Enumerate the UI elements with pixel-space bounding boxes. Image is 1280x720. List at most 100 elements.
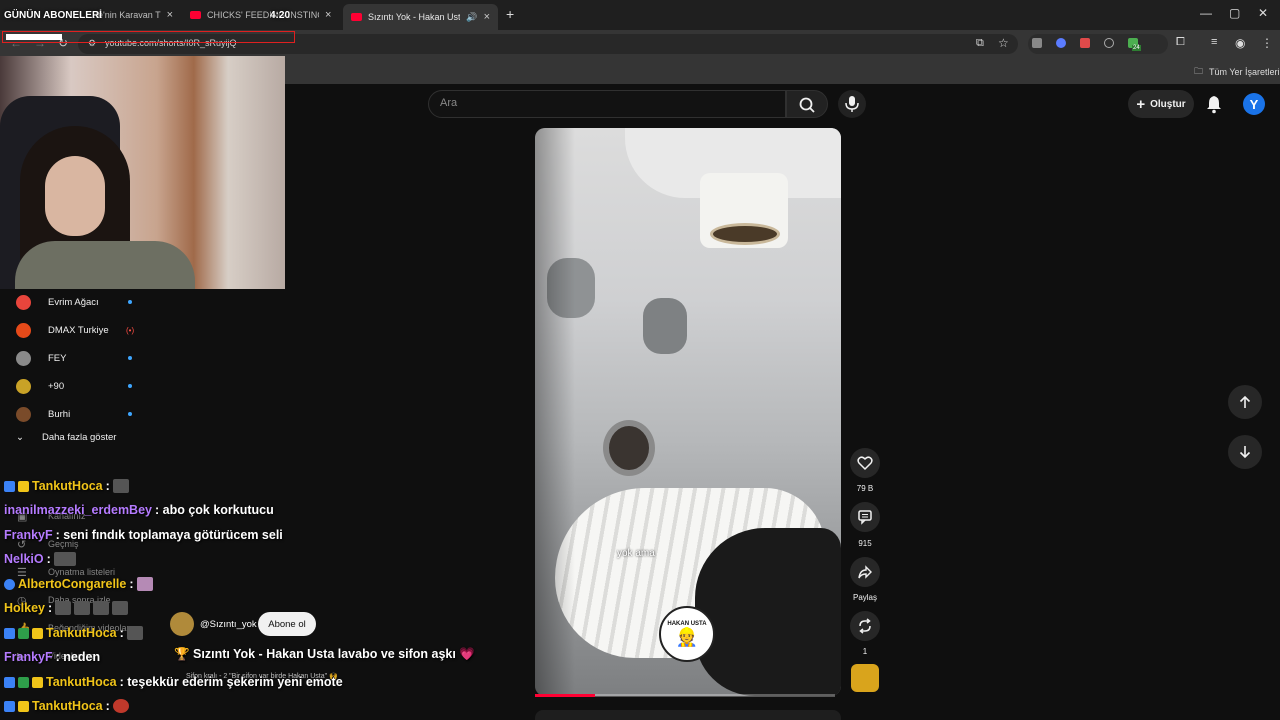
sidebar-item-label: Evrim Ağacı <box>48 296 99 308</box>
stream-timer: 4:20 <box>270 10 291 21</box>
like-count: 79 B <box>856 484 874 493</box>
crown-badge-icon <box>18 700 29 712</box>
extension-icon[interactable] <box>1056 38 1066 48</box>
folder-icon: 🗀 <box>1194 66 1204 76</box>
webcam-person-face <box>45 156 105 236</box>
microphone-icon <box>845 96 859 112</box>
video-wall-pipe <box>603 420 655 476</box>
comments-button[interactable] <box>850 502 880 532</box>
chat-username: AlbertoCongarelle <box>18 577 127 591</box>
search-input[interactable] <box>428 90 786 118</box>
new-content-dot <box>128 384 132 388</box>
speaker-icon[interactable]: 🔊 <box>466 12 477 23</box>
crown-badge-icon <box>32 627 43 639</box>
sidebar-item-label: DMAX Turkiye <box>48 324 109 336</box>
all-bookmarks-label: Tüm Yer İşaretleri <box>1209 67 1280 77</box>
maximize-button[interactable]: ▢ <box>1229 6 1240 20</box>
more-menu-icon[interactable]: ⋮ <box>1261 36 1273 50</box>
like-button[interactable] <box>850 448 880 478</box>
all-bookmarks-button[interactable]: 🗀 Tüm Yer İşaretleri <box>1194 64 1280 80</box>
bell-icon <box>1207 96 1221 114</box>
webcam-overlay <box>0 56 285 289</box>
emote-icon <box>112 479 129 493</box>
window-close-button[interactable]: ✕ <box>1258 6 1268 20</box>
extension-icon[interactable] <box>1104 38 1114 48</box>
minimize-button[interactable]: — <box>1200 6 1212 20</box>
remix-count: 1 <box>862 647 868 656</box>
search-placeholder: Ara <box>440 97 458 109</box>
sidebar-item-plus90[interactable]: +90 <box>16 375 136 397</box>
profile-icon[interactable]: ◉ <box>1235 36 1245 50</box>
install-app-icon[interactable]: ⧉ <box>976 37 984 50</box>
remix-button[interactable] <box>850 611 880 641</box>
search-button[interactable] <box>786 90 828 118</box>
chat-username: TankutHoca <box>32 479 103 493</box>
youtube-icon <box>351 13 362 21</box>
channel-avatar[interactable] <box>170 612 194 636</box>
close-icon[interactable]: × <box>484 11 490 23</box>
sound-thumbnail[interactable] <box>851 664 879 692</box>
chat-message: inanilmazzeki_erdemBey : abo çok korkutu… <box>4 503 274 517</box>
show-more-button[interactable]: ⌄ Daha fazla göster <box>16 432 116 443</box>
sidebar-item-playlists[interactable]: Oynatma listeleri <box>48 567 115 577</box>
bookmark-star-icon[interactable]: ☆ <box>998 36 1009 50</box>
sub-badge-icon <box>4 480 15 492</box>
channel-avatar <box>16 322 31 338</box>
extension-icon[interactable] <box>1080 38 1090 48</box>
sub-badge-icon <box>4 676 15 688</box>
chat-text: : <box>105 699 110 713</box>
chat-message: FrankyF : neden <box>4 650 100 664</box>
worker-icon: 👷 <box>675 626 699 647</box>
tab-search-icon[interactable]: ≡ <box>1211 36 1217 48</box>
new-content-dot <box>128 356 132 360</box>
new-tab-button[interactable]: + <box>506 6 514 22</box>
verified-badge-icon <box>18 676 29 688</box>
arrow-down-icon <box>1239 446 1251 459</box>
share-label: Paylaş <box>852 593 877 602</box>
sidebar-item-burhi[interactable]: Burhi <box>16 403 136 425</box>
chat-username: Holkey <box>4 601 45 615</box>
emote-icon <box>55 601 72 615</box>
video-valve <box>643 298 687 354</box>
close-icon[interactable]: × <box>325 9 331 21</box>
channel-handle[interactable]: @Sızıntı_yok <box>200 619 257 630</box>
extensions-puzzle-icon[interactable]: ⧠ <box>1176 36 1185 49</box>
voice-search-button[interactable] <box>838 90 866 118</box>
channel-avatar <box>16 378 31 394</box>
chat-username: NelkiO <box>4 552 44 566</box>
subscribe-button[interactable]: Abone ol <box>258 612 316 636</box>
webcam-person-body <box>15 241 195 289</box>
account-avatar[interactable]: Y <box>1243 93 1265 115</box>
video-related-link[interactable]: Sifon kralı - 2 "Bir sifon var birde Hak… <box>186 672 338 680</box>
create-button[interactable]: + Oluştur <box>1128 90 1194 118</box>
crown-badge-icon <box>32 676 43 688</box>
tab-title: CHICKS' FEEDING INSTINCT - Y <box>207 10 319 20</box>
sidebar-item-fey[interactable]: FEY <box>16 347 136 369</box>
stream-progress-bar <box>6 34 62 40</box>
notifications-button[interactable] <box>1205 94 1223 119</box>
remix-icon <box>859 618 871 634</box>
chat-username: TankutHoca <box>46 675 117 689</box>
previous-short-button[interactable] <box>1228 385 1262 419</box>
gem-badge-icon <box>4 578 15 590</box>
browser-tab-active[interactable]: Sızıntı Yok - Hakan Usta 🔊 × <box>343 4 498 30</box>
next-short-button[interactable] <box>1228 435 1262 469</box>
chat-message: TankutHoca : <box>4 699 129 713</box>
browser-tab-2[interactable]: CHICKS' FEEDING INSTINCT - Y × <box>190 4 336 26</box>
stream-banner: GÜNÜN ABONELERİ <box>4 10 102 21</box>
sidebar-item-evrim-agaci[interactable]: Evrim Ağacı <box>16 291 136 313</box>
chat-text: : neden <box>55 650 101 664</box>
comment-icon <box>858 510 872 525</box>
share-button[interactable] <box>850 557 880 587</box>
sidebar-item-dmax-turkiye[interactable]: DMAX Turkiye (•) <box>16 319 136 341</box>
chat-username: inanilmazzeki_erdemBey <box>4 503 152 517</box>
chat-text: : <box>48 601 53 615</box>
shorts-video-player[interactable]: yok ama HAKAN USTA 👷 <box>535 128 841 696</box>
emote-icon <box>112 699 129 713</box>
extension-icon[interactable] <box>1032 38 1042 48</box>
chat-message: AlbertoCongarelle : <box>4 577 153 591</box>
chat-text: : <box>129 577 134 591</box>
close-icon[interactable]: × <box>167 9 173 21</box>
new-content-dot <box>128 412 132 416</box>
extension-badge: 24 <box>1132 45 1141 51</box>
